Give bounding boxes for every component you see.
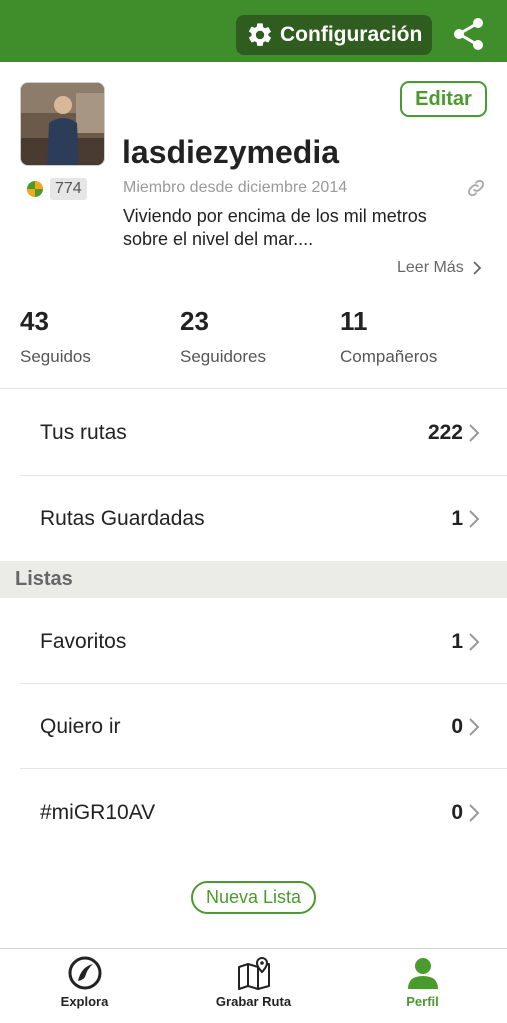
edit-profile-button[interactable]: Editar (400, 81, 487, 117)
username: lasdiezymedia (122, 134, 339, 170)
list-item-count: 1 (451, 629, 463, 653)
top-bar: Configuración (0, 0, 507, 62)
list-item-migr10av[interactable]: #miGR10AV 0 (0, 770, 507, 855)
compass-icon (68, 956, 101, 990)
stat-followers[interactable]: 23 Seguidores (180, 306, 266, 367)
list-item-want-to-go[interactable]: Quiero ir 0 (0, 684, 507, 769)
stat-following[interactable]: 43 Seguidos (20, 306, 91, 367)
stat-label: Seguidos (20, 347, 91, 366)
list-item-label: Quiero ir (40, 714, 121, 738)
badge-row: 774 (26, 178, 87, 200)
link-icon[interactable] (465, 177, 487, 199)
gear-icon (249, 23, 271, 46)
stat-value: 11 (340, 306, 368, 336)
chevron-right-icon (469, 509, 480, 528)
settings-button-label: Configuración (280, 23, 423, 46)
list-item-your-routes[interactable]: Tus rutas 222 (0, 390, 507, 475)
divider (20, 768, 507, 769)
tab-profile[interactable]: Perfil (338, 955, 507, 1009)
stat-companions[interactable]: 11 Compañeros (340, 306, 437, 367)
list-item-count: 0 (451, 800, 463, 824)
lists-section-header: Listas (0, 561, 507, 598)
chevron-right-icon (469, 803, 480, 822)
tab-label: Grabar Ruta (215, 994, 292, 1009)
list-item-label: Favoritos (40, 629, 127, 653)
share-icon[interactable] (452, 16, 486, 52)
tab-label: Explora (60, 994, 109, 1009)
tab-label: Perfil (406, 994, 439, 1009)
map-pin-icon (237, 956, 270, 990)
list-item-label: #miGR10AV (40, 800, 156, 824)
read-more-link[interactable]: Leer Más (397, 259, 482, 277)
list-item-favorites[interactable]: Favoritos 1 (0, 599, 507, 684)
bottom-tab-bar: Explora Grabar Ruta Perfil (0, 948, 507, 1023)
chevron-right-icon (473, 261, 481, 275)
tab-explore[interactable]: Explora (0, 955, 169, 1009)
stat-value: 43 (20, 306, 49, 336)
chevron-right-icon (469, 632, 480, 651)
list-item-count: 0 (451, 714, 463, 738)
chevron-right-icon (469, 717, 480, 736)
user-icon (407, 958, 438, 989)
stat-label: Seguidores (180, 347, 267, 366)
section-header-label: Listas (15, 568, 73, 590)
read-more-label: Leer Más (397, 259, 464, 276)
stat-label: Compañeros (340, 347, 438, 366)
tab-record-route[interactable]: Grabar Ruta (169, 955, 338, 1009)
settings-button[interactable]: Configuración (236, 15, 432, 55)
list-item-count: 1 (451, 506, 463, 530)
chevron-right-icon (469, 423, 480, 442)
list-item-saved-routes[interactable]: Rutas Guardadas 1 (0, 476, 507, 561)
divider (0, 388, 507, 389)
new-list-button[interactable]: Nueva Lista (191, 881, 316, 914)
avatar[interactable] (20, 82, 105, 166)
member-since: Miembro desde diciembre 2014 (123, 179, 348, 196)
profile-bio: Viviendo por encima de los mil metros so… (123, 206, 427, 249)
list-item-label: Tus rutas (40, 420, 127, 444)
list-item-label: Rutas Guardadas (40, 506, 205, 530)
stat-value: 23 (180, 306, 209, 336)
badge-count: 774 (50, 178, 87, 200)
rank-badge-icon (27, 181, 43, 197)
list-item-count: 222 (427, 420, 463, 444)
